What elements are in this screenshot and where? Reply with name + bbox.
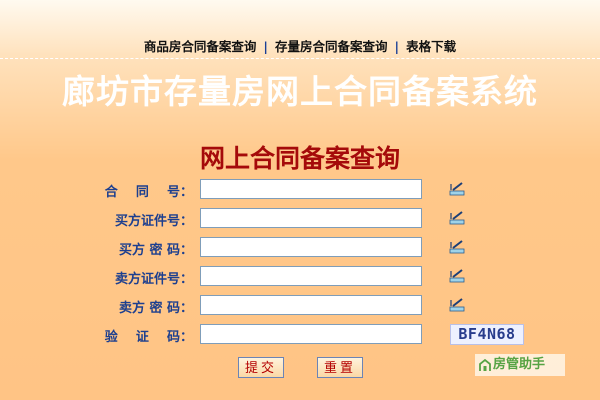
buyer-id-label: 买方证件号： <box>114 214 193 229</box>
nav-separator: | <box>394 39 400 54</box>
house-icon <box>479 358 491 371</box>
pencil-keyboard-icon[interactable] <box>449 268 465 284</box>
form-title: 网上合同备案查询 <box>199 144 400 173</box>
contract-number-label: 合 同 号： <box>104 185 193 200</box>
captcha-label: 验 证 码： <box>104 330 193 345</box>
pencil-keyboard-icon[interactable] <box>449 239 465 255</box>
contract-number-input[interactable] <box>200 179 422 199</box>
reset-button[interactable]: 重置 <box>317 357 363 378</box>
pencil-keyboard-icon[interactable] <box>449 210 465 226</box>
pencil-keyboard-icon[interactable] <box>449 297 465 313</box>
captcha-input[interactable] <box>200 324 422 344</box>
nav-link-commercial-contract-query[interactable]: 商品房合同备案查询 <box>144 39 257 54</box>
submit-button[interactable]: 提交 <box>238 357 284 378</box>
buyer-id-input[interactable] <box>200 208 422 228</box>
watermark-text: 房管助手 <box>493 357 546 372</box>
buyer-password-label: 买方 密 码： <box>118 243 193 258</box>
nav-link-form-download[interactable]: 表格下载 <box>406 39 456 54</box>
seller-password-input[interactable] <box>200 295 422 315</box>
seller-password-label: 卖方 密 码： <box>118 301 193 316</box>
page-title: 廊坊市存量房网上合同备案系统 <box>62 72 538 111</box>
top-navigation: 商品房合同备案查询 | 存量房合同备案查询 | 表格下载 <box>0 36 600 55</box>
captcha-image[interactable]: BF4N68 <box>450 324 524 345</box>
pencil-keyboard-icon[interactable] <box>449 181 465 197</box>
seller-id-input[interactable] <box>200 266 422 286</box>
nav-separator: | <box>263 39 268 54</box>
buyer-password-input[interactable] <box>200 237 422 257</box>
header-divider <box>0 58 600 59</box>
watermark-badge: 房管助手 <box>475 354 565 376</box>
nav-link-existing-contract-query[interactable]: 存量房合同备案查询 <box>275 39 388 54</box>
seller-id-label: 卖方证件号： <box>114 272 193 287</box>
